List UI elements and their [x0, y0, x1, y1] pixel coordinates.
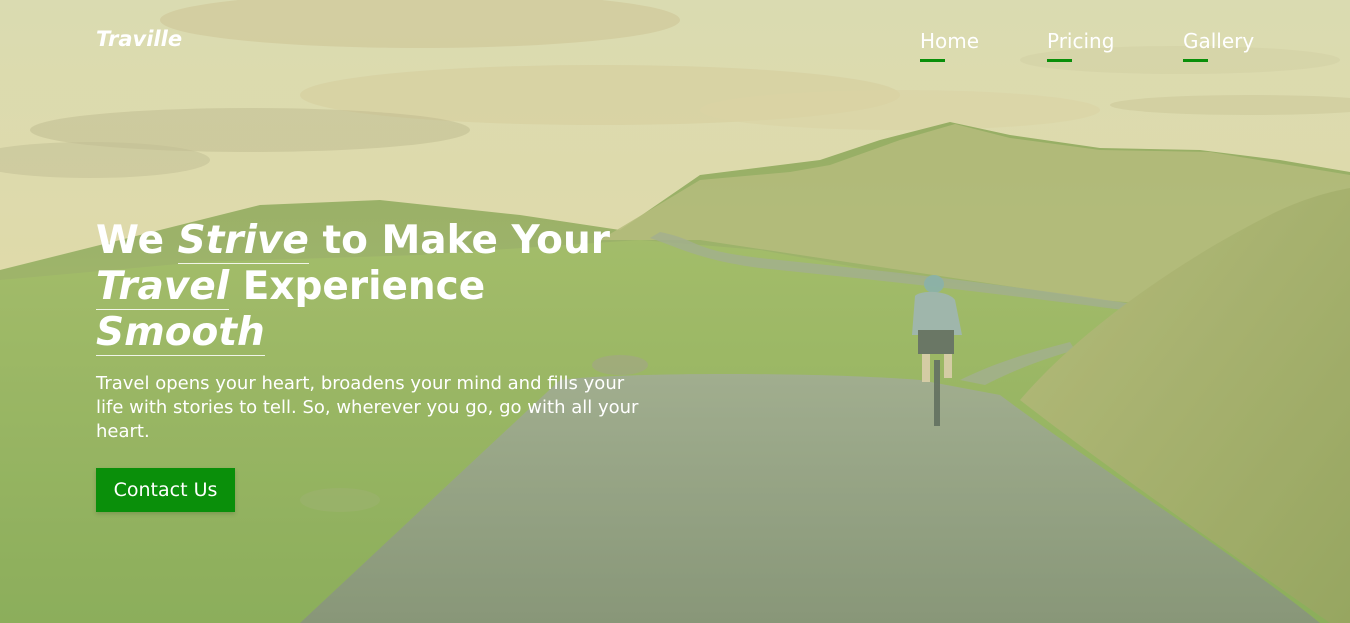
headline-emphasis-smooth: Smooth [96, 310, 265, 356]
headline-part1: We [96, 218, 178, 263]
nav-gallery-label: Gallery [1183, 29, 1255, 53]
nav-pricing-link[interactable]: Pricing [1047, 28, 1115, 62]
headline-part3: Experience [229, 264, 486, 309]
top-navigation: Home Pricing Gallery [0, 28, 1350, 68]
headline-part2: to Make Your [308, 218, 610, 263]
hero-tagline: Travel opens your heart, broadens your m… [96, 373, 639, 442]
nav-home-underline [920, 59, 945, 62]
nav-gallery-underline [1183, 59, 1208, 62]
nav-pricing-underline [1047, 59, 1072, 62]
nav-home-link[interactable]: Home [920, 28, 980, 62]
nav-home-label: Home [920, 29, 980, 53]
hero-section: Traville Home Pricing Gallery We Strive … [0, 0, 1350, 623]
headline-emphasis-travel: Travel [96, 264, 230, 310]
nav-pricing-label: Pricing [1047, 29, 1115, 53]
headline-emphasis-strive: Strive [177, 218, 309, 264]
hero-headline: We Strive to Make Your Travel Experience… [96, 218, 656, 356]
contact-us-button[interactable]: Contact Us [96, 468, 235, 512]
nav-gallery-link[interactable]: Gallery [1183, 28, 1255, 62]
